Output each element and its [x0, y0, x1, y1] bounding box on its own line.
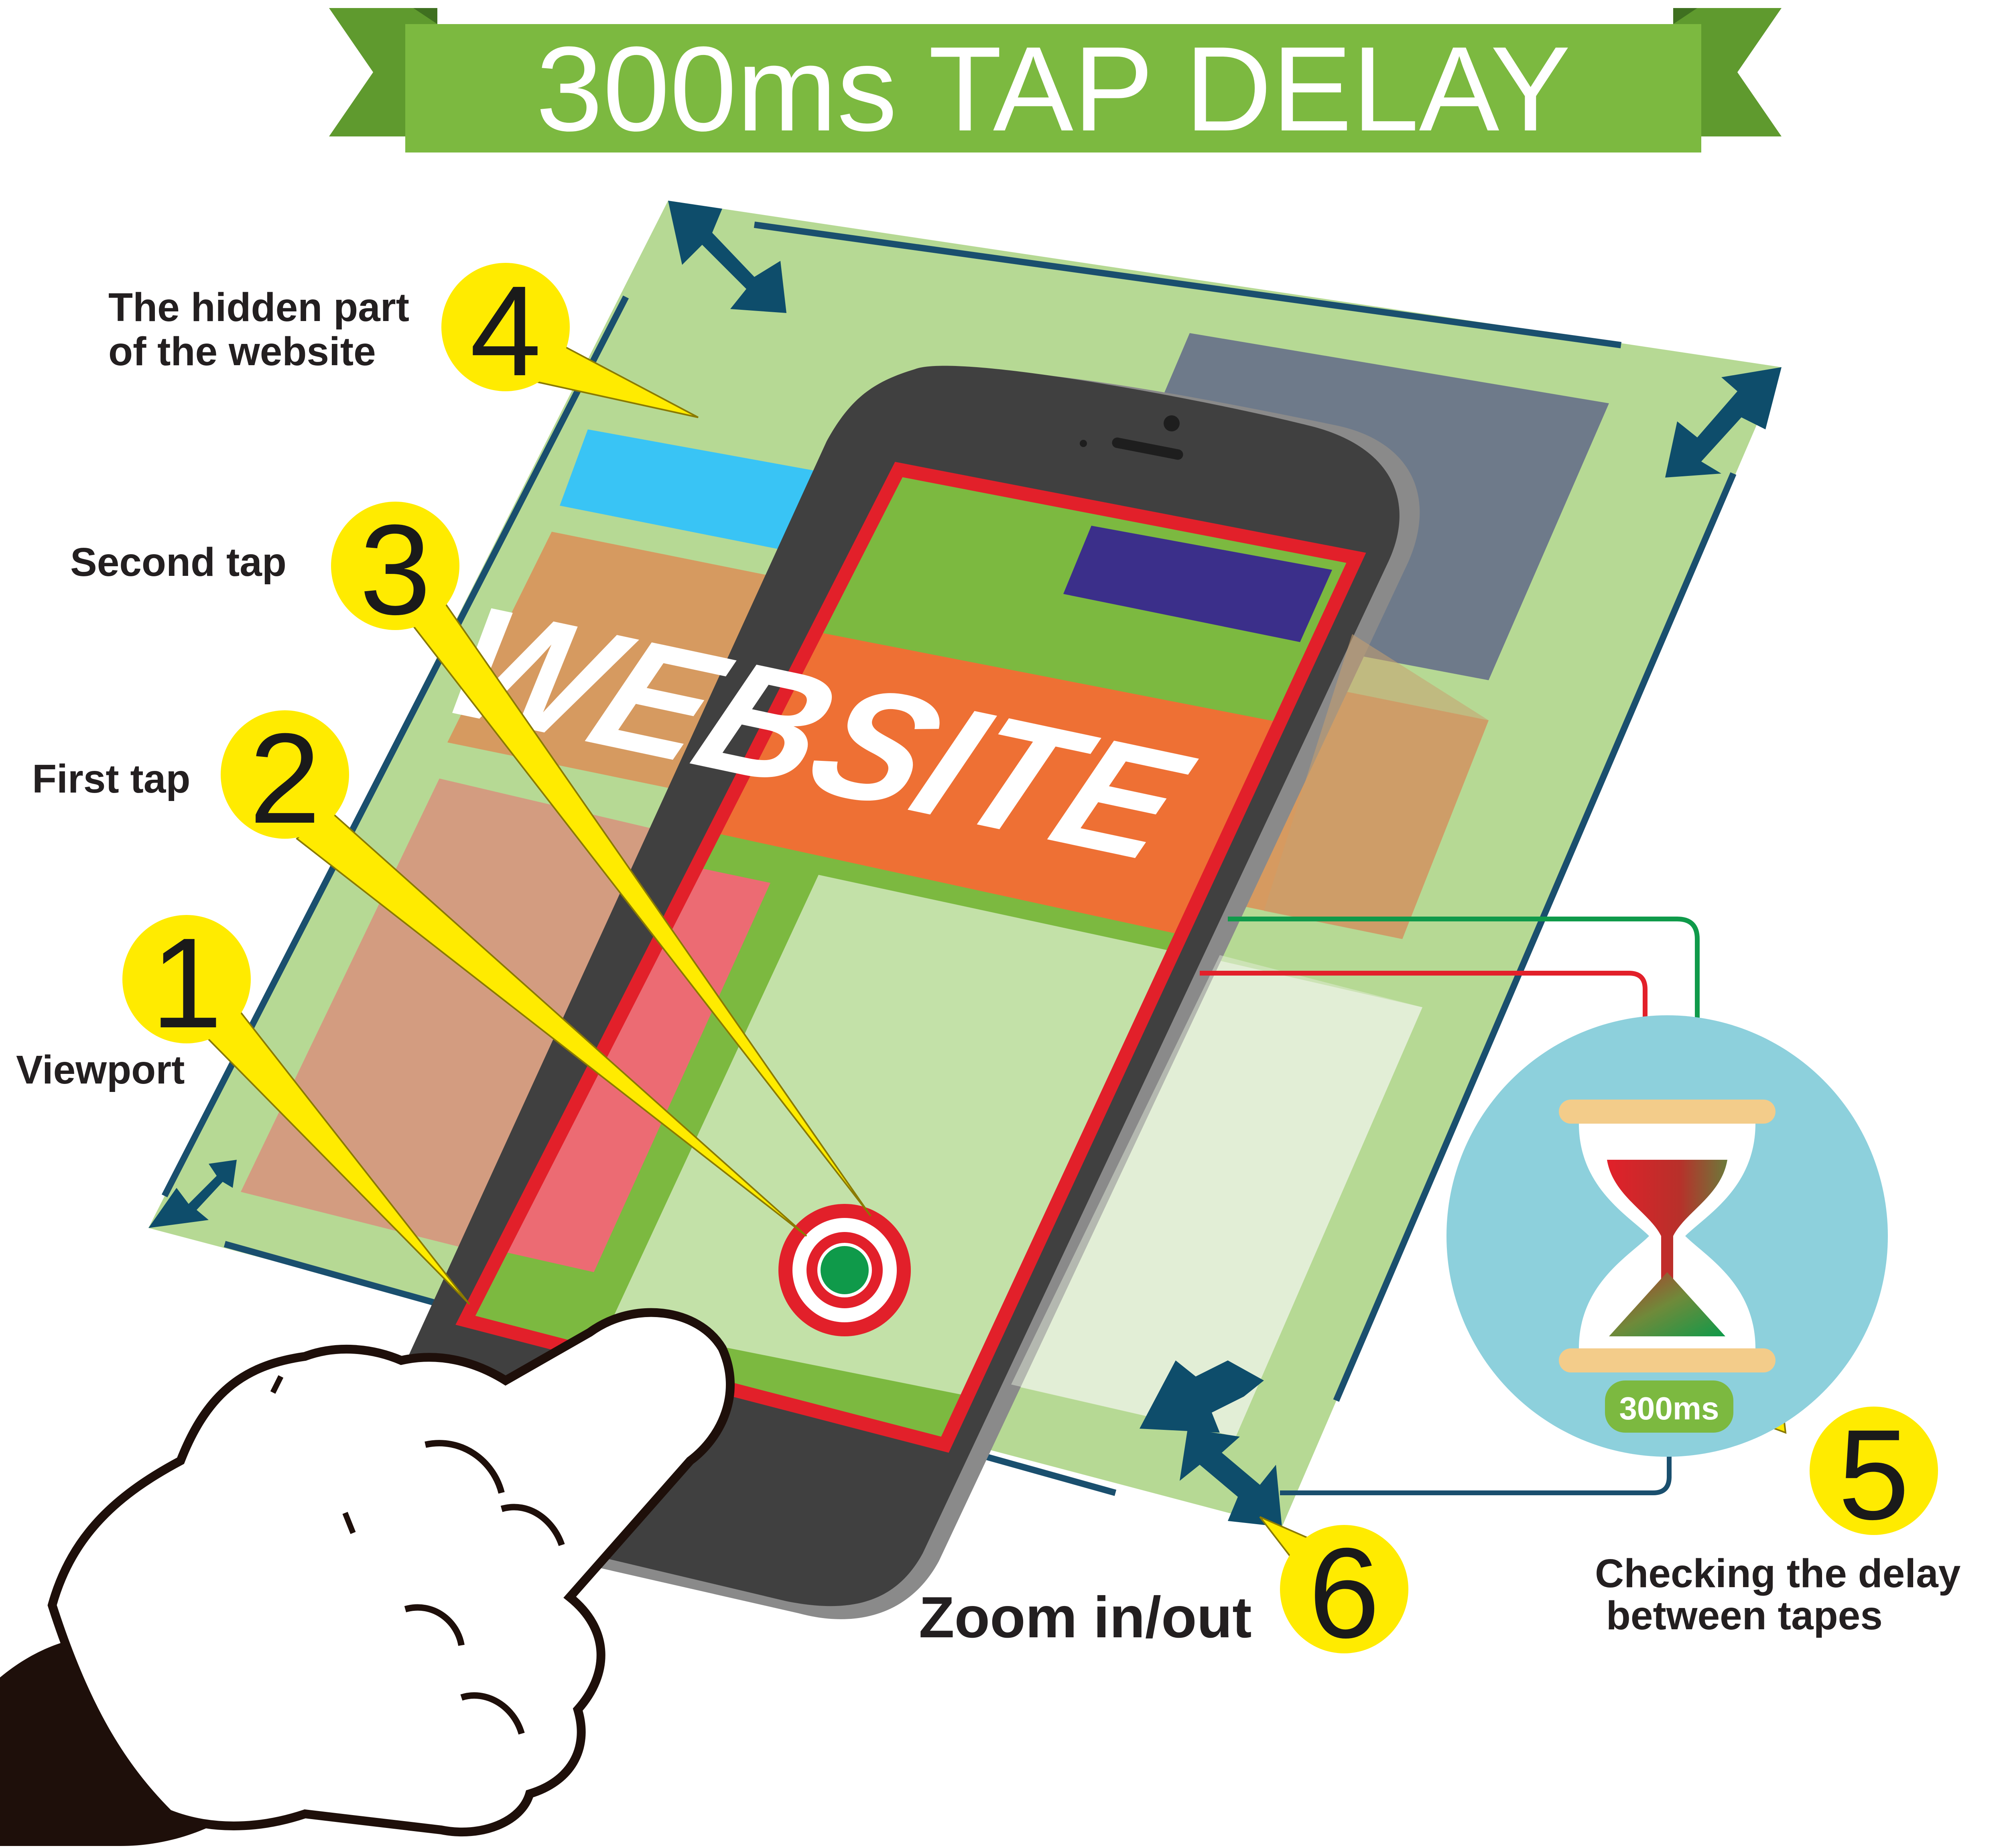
label-checking-delay-line-1: Checking the delay [1595, 1551, 1961, 1596]
timer-badge-text: 300ms [1619, 1391, 1719, 1426]
svg-text:5: 5 [1838, 1403, 1910, 1546]
label-hidden-part-line-2: of the website [108, 329, 376, 374]
page-title: 300ms TAP DELAY [536, 21, 1570, 156]
label-second-tap: Second tap [70, 540, 286, 585]
label-zoom-in-out: Zoom in/out [919, 1585, 1252, 1650]
svg-text:4: 4 [470, 259, 541, 403]
svg-text:2: 2 [249, 706, 321, 850]
svg-text:1: 1 [151, 911, 222, 1055]
label-checking-delay-line-2: between tapes [1595, 1593, 1883, 1638]
title-banner: 300ms TAP DELAY [329, 8, 1782, 156]
label-hidden-part-line-1: The hidden part [108, 285, 409, 330]
svg-text:6: 6 [1308, 1521, 1380, 1665]
phone-camera [1164, 415, 1180, 431]
tap-target-icon [778, 1204, 911, 1336]
callout-5: 5 [1810, 1403, 1938, 1546]
svg-text:3: 3 [360, 498, 431, 641]
diagram-stage: 300ms TAP DELAY WEBSITE 300ms 1 2 3 4 5 … [0, 0, 2001, 1846]
pointing-hand [0, 1308, 735, 1846]
label-first-tap: First tap [32, 756, 190, 801]
hourglass-timer: 300ms [1446, 1015, 1888, 1457]
diagram-canvas: 300ms TAP DELAY WEBSITE 300ms 1 2 3 4 5 … [0, 8, 1961, 1846]
label-viewport: Viewport [16, 1047, 185, 1092]
